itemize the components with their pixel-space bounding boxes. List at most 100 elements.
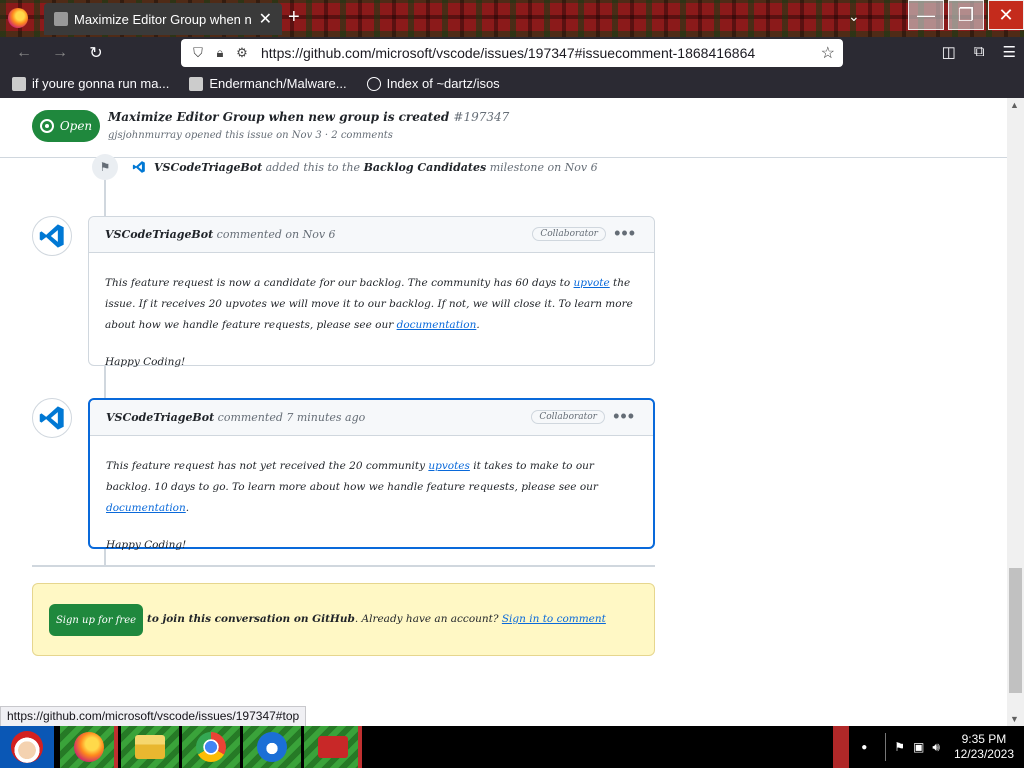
page-icon	[12, 76, 26, 91]
taskbar-file-explorer[interactable]	[121, 726, 179, 768]
close-window-button[interactable]: ✕	[988, 0, 1024, 30]
event-milestone[interactable]: Backlog Candidates	[364, 161, 487, 174]
event-actor[interactable]: VSCodeTriageBot	[154, 161, 262, 174]
vscode-icon	[39, 406, 64, 430]
sign-in-link[interactable]: Sign in to comment	[502, 613, 606, 625]
documentation-link[interactable]: documentation	[397, 319, 477, 331]
avatar[interactable]	[32, 216, 72, 256]
notification-flag	[833, 726, 850, 768]
bookmark-label: if youre gonna run ma...	[32, 76, 170, 91]
bookmark-item[interactable]: if youre gonna run ma...	[12, 76, 169, 91]
bookmarks-toolbar: if youre gonna run ma... Endermanch/Malw…	[0, 69, 1024, 98]
back-button[interactable]: ←	[6, 44, 42, 62]
shield-icon[interactable]: ⛉	[187, 45, 209, 61]
avatar[interactable]	[32, 398, 72, 438]
extensions-icon[interactable]: ⧉	[974, 43, 985, 61]
scroll-up-arrow-icon[interactable]: ▲	[1010, 100, 1019, 110]
tab-favicon-icon	[54, 12, 68, 26]
bookmark-label: Index of ~dartz/isos	[386, 76, 500, 91]
issue-open-icon	[39, 119, 54, 133]
menu-icon[interactable]: ☰	[1003, 43, 1016, 61]
start-button[interactable]	[0, 726, 54, 768]
list-all-tabs-button[interactable]: ⌄	[848, 8, 860, 25]
comment-timestamp[interactable]: commented 7 minutes ago	[218, 411, 366, 424]
page-content: Open Maximize Editor Group when new grou…	[0, 98, 1007, 726]
clock-date: 12/23/2023	[953, 747, 1014, 761]
santa-start-icon	[11, 731, 43, 763]
url-bar[interactable]: ⛉ 🔒︎ ⚙ https://github.com/microsoft/vsco…	[181, 39, 843, 67]
restore-button[interactable]: ❐	[948, 0, 984, 30]
comment-header: VSCodeTriageBot commented on Nov 6 Colla…	[89, 217, 654, 253]
tray-dot-icon[interactable]: ●	[861, 742, 867, 753]
clock-time: 9:35 PM	[961, 732, 1007, 746]
signup-text: to join this conversation on GitHub. Alr…	[147, 613, 606, 625]
forward-button[interactable]: →	[42, 44, 78, 62]
firefox-menu-icon[interactable]	[8, 8, 28, 28]
tab-title: Maximize Editor Group when new	[74, 11, 252, 27]
issue-title-text: Maximize Editor Group when new group is …	[108, 110, 450, 124]
sign-up-button[interactable]: Sign up for free	[49, 604, 143, 636]
signup-banner: Sign up for free to join this conversati…	[32, 583, 655, 656]
comment-timestamp[interactable]: commented on Nov 6	[217, 228, 336, 241]
timeline-event-milestone: ⚑ VSCodeTriageBot added this to the Back…	[92, 154, 598, 180]
thunderbird-icon	[257, 732, 287, 762]
timeline-divider	[32, 565, 655, 567]
comment-highlighted: VSCodeTriageBot commented 7 minutes ago …	[88, 398, 655, 551]
scroll-down-arrow-icon[interactable]: ▼	[1010, 714, 1019, 724]
browser-tab-active[interactable]: Maximize Editor Group when new ✕	[44, 3, 282, 35]
upvotes-link[interactable]: upvotes	[428, 460, 470, 472]
issue-meta: gjsjohnmurray opened this issue on Nov 3…	[108, 130, 393, 141]
github-icon	[189, 76, 204, 91]
scrollbar-thumb[interactable]	[1009, 568, 1022, 693]
vscode-icon	[39, 224, 64, 248]
taskbar-firefox[interactable]	[60, 726, 118, 768]
globe-icon	[366, 76, 381, 91]
taskbar-thunderbird[interactable]	[243, 726, 301, 768]
comment-body: This feature request has not yet receive…	[90, 436, 653, 572]
network-icon[interactable]: ▣	[913, 740, 924, 754]
bookmark-item[interactable]: Index of ~dartz/isos	[366, 76, 500, 91]
taskbar-toolbox[interactable]	[304, 726, 362, 768]
reload-button[interactable]: ↻	[78, 43, 114, 63]
tab-close-icon[interactable]: ✕	[259, 9, 272, 29]
comment-signoff: Happy Coding!	[105, 356, 186, 368]
permissions-icon[interactable]: ⚙	[231, 45, 253, 61]
documentation-link[interactable]: documentation	[106, 502, 186, 514]
link-status-tooltip: https://github.com/microsoft/vscode/issu…	[0, 706, 307, 727]
comment: VSCodeTriageBot commented on Nov 6 Colla…	[88, 216, 655, 368]
role-badge: Collaborator	[531, 410, 605, 424]
comment-author[interactable]: VSCodeTriageBot	[105, 228, 213, 241]
window-controls: — ❐ ✕	[904, 0, 1024, 30]
milestone-icon: ⚑	[92, 154, 118, 180]
toolbar-right: ◫ ⧉ ☰	[942, 43, 1016, 61]
lock-icon[interactable]: 🔒︎	[209, 45, 231, 61]
issue-state-badge: Open	[32, 110, 100, 142]
firefox-icon	[74, 732, 104, 762]
volume-icon[interactable]: 🔊︎	[932, 740, 940, 755]
issue-title[interactable]: Maximize Editor Group when new group is …	[108, 110, 509, 124]
event-text: VSCodeTriageBot added this to the Backlo…	[154, 160, 598, 174]
more-options-icon[interactable]: •••	[613, 406, 635, 427]
taskbar: ● ⚑ ▣ 🔊︎ 9:35 PM 12/23/2023	[0, 726, 1024, 768]
comment-author-line: VSCodeTriageBot commented on Nov 6	[105, 228, 336, 241]
clock[interactable]: 9:35 PM 12/23/2023	[954, 732, 1014, 762]
issue-sticky-header: Open Maximize Editor Group when new grou…	[0, 98, 1007, 158]
role-badge: Collaborator	[532, 227, 606, 241]
url-text[interactable]: https://github.com/microsoft/vscode/issu…	[261, 45, 755, 61]
taskbar-chrome[interactable]	[182, 726, 240, 768]
comment-author-line: VSCodeTriageBot commented 7 minutes ago	[106, 411, 365, 424]
more-options-icon[interactable]: •••	[614, 223, 636, 244]
vscode-avatar-icon[interactable]	[132, 160, 146, 174]
pocket-icon[interactable]: ◫	[942, 43, 956, 61]
comment-signoff: Happy Coding!	[106, 539, 187, 551]
comment-header: VSCodeTriageBot commented 7 minutes ago …	[90, 400, 653, 436]
action-center-flag-icon[interactable]: ⚑	[894, 740, 905, 754]
page-scrollbar[interactable]: ▲ ▼	[1007, 98, 1024, 726]
bookmark-label: Endermanch/Malware...	[209, 76, 347, 91]
minimize-button[interactable]: —	[908, 0, 944, 30]
comment-author[interactable]: VSCodeTriageBot	[106, 411, 214, 424]
upvote-link[interactable]: upvote	[574, 277, 610, 289]
bookmark-star-icon[interactable]: ☆	[821, 43, 835, 63]
bookmark-item[interactable]: Endermanch/Malware...	[189, 76, 347, 91]
new-tab-button[interactable]: +	[288, 6, 300, 29]
